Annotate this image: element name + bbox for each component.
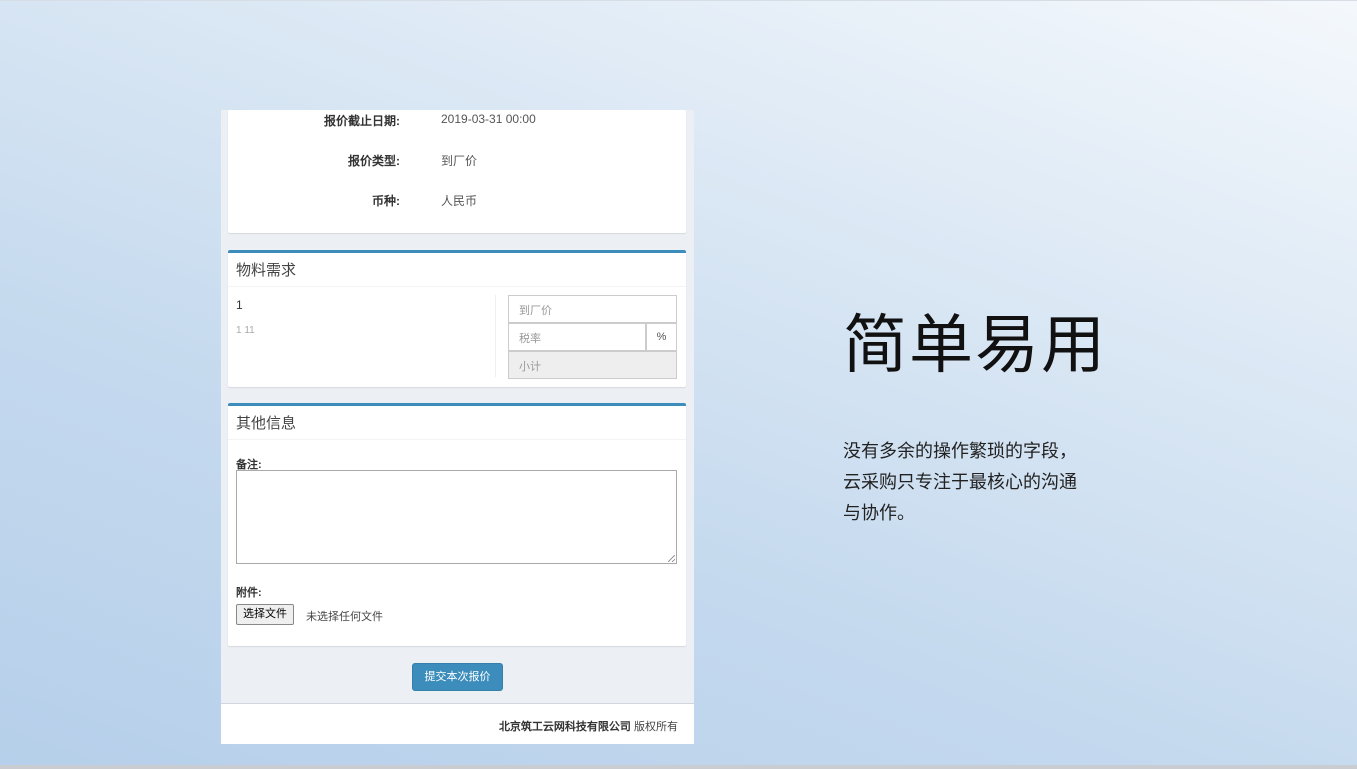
info-row-deadline: 报价截止日期: 2019-03-31 00:00 [228,112,686,130]
price-input[interactable]: 到厂价 [508,295,677,323]
subtotal-field: 小计 [508,351,677,379]
choose-file-button[interactable]: 选择文件 [236,604,294,625]
material-item-name: 1 [236,298,243,312]
info-row-currency: 币种: 人民币 [228,192,686,210]
file-status-text: 未选择任何文件 [306,611,383,623]
submit-quote-button[interactable]: 提交本次报价 [412,663,503,691]
quote-type-label: 报价类型: [348,154,400,168]
promo-headline: 简单易用 [843,309,1107,383]
material-card-title: 物料需求 [228,253,686,287]
currency-value: 人民币 [441,194,478,208]
bottom-border [0,765,1357,769]
other-card-title: 其他信息 [228,406,686,440]
top-border [0,0,1357,1]
material-item: 1 1 11 [236,298,255,336]
tax-rate-input[interactable]: 税率 [508,323,646,351]
info-row-quote-type: 报价类型: 到厂价 [228,152,686,170]
remark-textarea[interactable] [236,470,677,564]
app-screenshot: 报价截止日期: 2019-03-31 00:00 报价类型: 到厂价 币种: 人… [221,110,694,744]
attachment-label: 附件: [236,587,262,599]
deadline-label: 报价截止日期: [324,114,400,128]
quote-info-card: 报价截止日期: 2019-03-31 00:00 报价类型: 到厂价 币种: 人… [228,110,686,233]
other-info-card: 其他信息 备注: 附件: 选择文件 未选择任何文件 [228,403,686,646]
quote-type-value: 到厂价 [441,154,478,168]
deadline-value: 2019-03-31 00:00 [441,112,536,126]
material-item-detail: 1 11 [236,325,255,336]
material-requirements-card: 物料需求 1 1 11 到厂价 税率 % 小计 [228,250,686,387]
tax-unit-addon: % [646,323,677,351]
footer-company: 北京筑工云网科技有限公司 [498,721,631,733]
currency-label: 币种: [372,194,400,208]
promo-description: 没有多余的操作繁琐的字段，云采购只专注于最核心的沟通与协作。 [843,441,1077,523]
resize-grip-icon[interactable] [668,555,675,562]
footer: 北京筑工云网科技有限公司 版权所有 [221,703,694,744]
material-divider [495,295,496,377]
footer-rights: 版权所有 [634,721,678,733]
